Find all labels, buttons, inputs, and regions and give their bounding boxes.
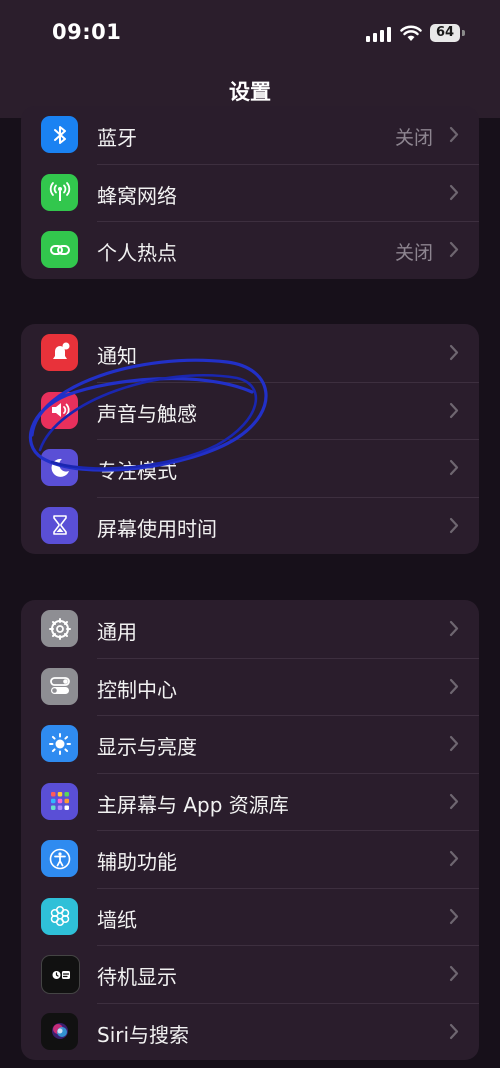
brightness-icon bbox=[41, 725, 78, 762]
settings-row-label: Siri与搜索 bbox=[97, 1022, 190, 1047]
siri-icon bbox=[41, 1012, 78, 1050]
chevron-right-icon bbox=[449, 850, 459, 867]
settings-group-general: 通用 控制中心 显示与亮度 主屏幕与 App 资源库 辅助功能 墙纸 待机显示 … bbox=[21, 600, 479, 1060]
settings-row-label: 专注模式 bbox=[97, 459, 177, 483]
settings-row-label: 个人热点 bbox=[97, 241, 177, 265]
gear-icon bbox=[41, 610, 78, 647]
settings-row-screen-time[interactable]: 屏幕使用时间 bbox=[21, 496, 479, 555]
settings-row-home-screen[interactable]: 主屏幕与 App 资源库 bbox=[21, 772, 479, 831]
settings-row-label: 辅助功能 bbox=[97, 850, 177, 874]
settings-row-sound-haptics[interactable]: 声音与触感 bbox=[21, 381, 479, 440]
chevron-right-icon bbox=[449, 184, 459, 200]
status-bar: 09:01 64 bbox=[0, 0, 500, 64]
hourglass-icon bbox=[41, 506, 78, 544]
settings-row-accessibility[interactable]: 辅助功能 bbox=[21, 830, 479, 888]
settings-row-display-brightness[interactable]: 显示与亮度 bbox=[21, 715, 479, 773]
battery-tip bbox=[462, 30, 465, 36]
status-time: 09:01 bbox=[52, 20, 122, 44]
settings-row-wallpaper[interactable]: 墙纸 bbox=[21, 887, 479, 946]
settings-row-label: 屏幕使用时间 bbox=[97, 516, 217, 541]
battery-level: 64 bbox=[430, 24, 460, 42]
settings-row-label: 控制中心 bbox=[97, 677, 177, 702]
home-grid-icon bbox=[41, 782, 78, 820]
moon-icon bbox=[41, 449, 78, 486]
standby-icon bbox=[41, 955, 80, 994]
cellular-icon bbox=[41, 173, 78, 211]
chevron-right-icon bbox=[449, 620, 459, 637]
settings-row-value: 关闭 bbox=[394, 127, 433, 149]
settings-row-siri-search[interactable]: Siri与搜索 bbox=[21, 1002, 479, 1061]
page-title: 设置 bbox=[229, 80, 271, 104]
settings-row-notifications[interactable]: 通知 bbox=[21, 324, 479, 382]
chevron-right-icon bbox=[449, 965, 459, 982]
chevron-right-icon bbox=[449, 1023, 459, 1039]
chevron-right-icon bbox=[449, 678, 459, 694]
settings-row-focus[interactable]: 专注模式 bbox=[21, 439, 479, 497]
chevron-right-icon bbox=[449, 517, 459, 533]
settings-row-label: 蓝牙 bbox=[97, 126, 137, 150]
settings-row-label: 墙纸 bbox=[97, 907, 137, 932]
bluetooth-icon bbox=[41, 116, 78, 153]
settings-row-label: 通用 bbox=[97, 620, 137, 644]
accessibility-icon bbox=[41, 840, 78, 877]
chevron-right-icon bbox=[449, 126, 459, 143]
sound-icon bbox=[41, 391, 78, 429]
hotspot-icon bbox=[41, 231, 78, 268]
chevron-right-icon bbox=[449, 402, 459, 418]
settings-row-cellular[interactable]: 蜂窝网络 bbox=[21, 163, 479, 222]
settings-row-standby[interactable]: 待机显示 bbox=[21, 945, 479, 1003]
settings-row-label: 蜂窝网络 bbox=[97, 183, 177, 208]
toggle-icon bbox=[41, 667, 78, 705]
chevron-right-icon bbox=[449, 344, 459, 361]
settings-row-label: 待机显示 bbox=[97, 965, 177, 989]
settings-row-label: 声音与触感 bbox=[97, 401, 197, 426]
settings-row-label: 通知 bbox=[97, 344, 137, 368]
settings-group-connectivity: 蓝牙 关闭 蜂窝网络 个人热点 关闭 bbox=[21, 106, 479, 279]
cellular-signal-icon bbox=[366, 27, 391, 42]
settings-group-notifications: 通知 声音与触感 专注模式 屏幕使用时间 bbox=[21, 324, 479, 554]
chevron-right-icon bbox=[449, 241, 459, 258]
chevron-right-icon bbox=[449, 908, 459, 924]
settings-row-label: 显示与亮度 bbox=[97, 735, 197, 759]
settings-row-label: 主屏幕与 App 资源库 bbox=[97, 792, 289, 817]
settings-row-general[interactable]: 通用 bbox=[21, 600, 479, 658]
settings-row-hotspot[interactable]: 个人热点 关闭 bbox=[21, 221, 479, 279]
settings-row-value: 关闭 bbox=[394, 242, 433, 264]
chevron-right-icon bbox=[449, 459, 459, 476]
wifi-icon bbox=[400, 25, 422, 41]
settings-row-bluetooth[interactable]: 蓝牙 关闭 bbox=[21, 106, 479, 164]
flower-icon bbox=[41, 897, 78, 935]
settings-row-control-center[interactable]: 控制中心 bbox=[21, 657, 479, 716]
chevron-right-icon bbox=[449, 793, 459, 809]
notification-icon bbox=[41, 334, 78, 371]
chevron-right-icon bbox=[449, 735, 459, 752]
